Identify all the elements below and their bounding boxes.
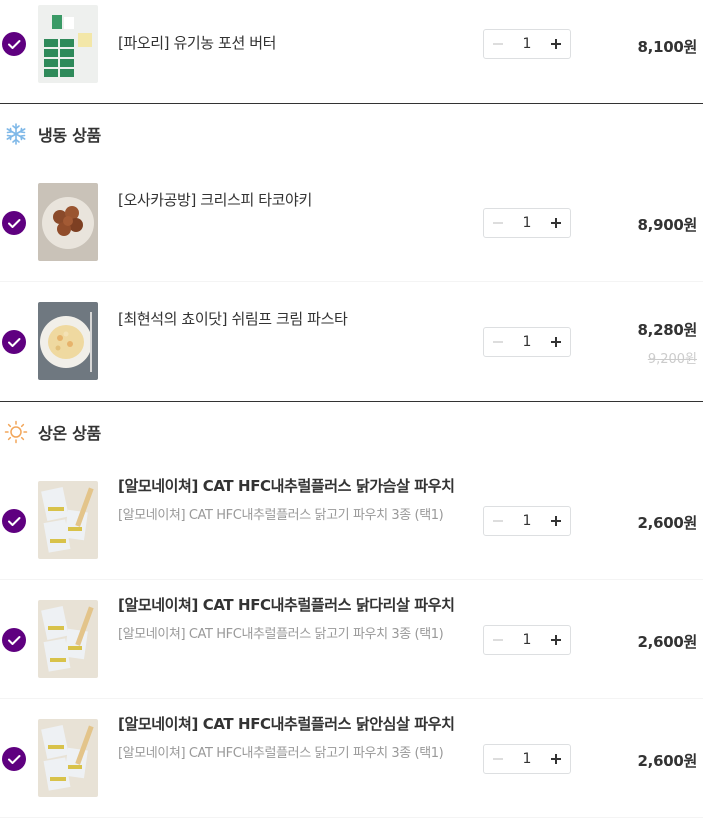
cart-item-row: [알모네이쳐] CAT HFC내추럴플러스 닭다리살 파우치 [알모네이쳐] C… xyxy=(0,580,703,699)
product-thumbnail[interactable] xyxy=(38,719,98,797)
quantity-stepper: 1 xyxy=(483,625,571,655)
checkmark-icon xyxy=(8,636,21,645)
product-name[interactable]: [오사카공방] 크리스피 타코야키 xyxy=(118,189,312,210)
quantity-value: 1 xyxy=(522,36,532,52)
cart-item-row: [오사카공방] 크리스피 타코야키 1 8,900원 xyxy=(0,163,703,282)
decrease-quantity-button[interactable] xyxy=(484,745,512,773)
quantity-value: 1 xyxy=(522,513,532,529)
product-thumbnail[interactable] xyxy=(38,5,98,83)
checkmark-icon xyxy=(8,40,21,49)
quantity-stepper: 1 xyxy=(483,744,571,774)
quantity-value: 1 xyxy=(522,632,532,648)
cart-item-row: [최현석의 쵸이닷] 쉬림프 크림 파스타 1 8,280원 9,200원 xyxy=(0,282,703,401)
item-checkbox[interactable] xyxy=(2,211,26,235)
product-name[interactable]: [최현석의 쵸이닷] 쉬림프 크림 파스타 xyxy=(118,308,348,329)
quantity-stepper: 1 xyxy=(483,327,571,357)
product-thumbnail[interactable] xyxy=(38,183,98,261)
decrease-quantity-button[interactable] xyxy=(484,328,512,356)
increase-quantity-button[interactable] xyxy=(542,30,570,58)
product-thumbnail[interactable] xyxy=(38,302,98,380)
item-checkbox[interactable] xyxy=(2,747,26,771)
increase-quantity-button[interactable] xyxy=(542,209,570,237)
product-option: [알모네이쳐] CAT HFC내추럴플러스 닭고기 파우치 3종 (택1) xyxy=(118,746,444,761)
product-price: 2,600원 xyxy=(637,633,698,651)
product-thumbnail[interactable] xyxy=(38,481,98,559)
quantity-value: 1 xyxy=(522,215,532,231)
product-name[interactable]: [알모네이쳐] CAT HFC내추럴플러스 닭가슴살 파우치 xyxy=(118,475,455,496)
product-price: 8,100원 xyxy=(637,38,698,56)
snowflake-icon xyxy=(6,123,26,145)
section-header-frozen: 냉동 상품 xyxy=(0,104,703,163)
product-option: [알모네이쳐] CAT HFC내추럴플러스 닭고기 파우치 3종 (택1) xyxy=(118,508,444,523)
checkmark-icon xyxy=(8,517,21,526)
increase-quantity-button[interactable] xyxy=(542,745,570,773)
product-price: 2,600원 xyxy=(637,514,698,532)
product-thumbnail[interactable] xyxy=(38,600,98,678)
quantity-value: 1 xyxy=(522,334,532,350)
product-price: 8,280원 xyxy=(637,321,698,339)
cart-item-row: [파오리] 유기농 포션 버터 1 8,100원 xyxy=(0,0,703,87)
increase-quantity-button[interactable] xyxy=(542,507,570,535)
decrease-quantity-button[interactable] xyxy=(484,507,512,535)
product-option: [알모네이쳐] CAT HFC내추럴플러스 닭고기 파우치 3종 (택1) xyxy=(118,627,444,642)
cart-item-row: [알모네이쳐] CAT HFC내추럴플러스 닭가슴살 파우치 [알모네이쳐] C… xyxy=(0,461,703,580)
increase-quantity-button[interactable] xyxy=(542,328,570,356)
checkmark-icon xyxy=(8,755,21,764)
sun-icon xyxy=(4,420,28,444)
quantity-stepper: 1 xyxy=(483,29,571,59)
item-checkbox[interactable] xyxy=(2,509,26,533)
quantity-value: 1 xyxy=(522,751,532,767)
product-price: 2,600원 xyxy=(637,752,698,770)
item-checkbox[interactable] xyxy=(2,330,26,354)
quantity-stepper: 1 xyxy=(483,208,571,238)
product-name[interactable]: [파오리] 유기농 포션 버터 xyxy=(118,32,276,53)
section-header-room-temp: 상온 상품 xyxy=(0,402,703,461)
checkmark-icon xyxy=(8,219,21,228)
product-name[interactable]: [알모네이쳐] CAT HFC내추럴플러스 닭다리살 파우치 xyxy=(118,594,455,615)
cart-item-row: [알모네이쳐] CAT HFC내추럴플러스 닭안심살 파우치 [알모네이쳐] C… xyxy=(0,699,703,818)
product-price: 8,900원 xyxy=(637,216,698,234)
item-checkbox[interactable] xyxy=(2,628,26,652)
increase-quantity-button[interactable] xyxy=(542,626,570,654)
section-title: 냉동 상품 xyxy=(38,126,101,145)
item-checkbox[interactable] xyxy=(2,32,26,56)
quantity-stepper: 1 xyxy=(483,506,571,536)
decrease-quantity-button[interactable] xyxy=(484,626,512,654)
section-title: 상온 상품 xyxy=(38,424,101,443)
decrease-quantity-button[interactable] xyxy=(484,209,512,237)
checkmark-icon xyxy=(8,338,21,347)
original-price: 9,200원 xyxy=(647,352,697,367)
decrease-quantity-button[interactable] xyxy=(484,30,512,58)
product-name[interactable]: [알모네이쳐] CAT HFC내추럴플러스 닭안심살 파우치 xyxy=(118,713,455,734)
